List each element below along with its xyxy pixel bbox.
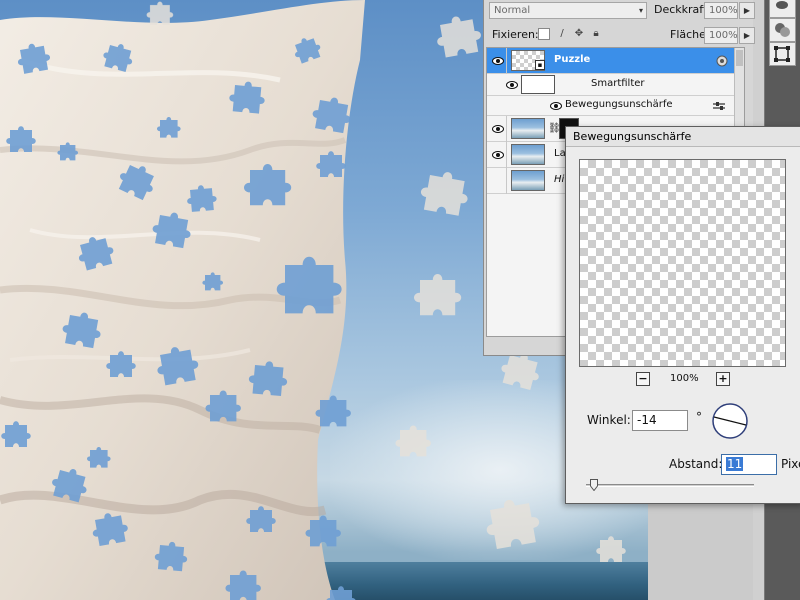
opacity-value: 100% — [709, 5, 738, 16]
puzzle-piece — [395, 425, 431, 457]
checker-icon[interactable] — [538, 28, 550, 40]
opacity-label: Deckkraft: — [654, 3, 711, 16]
puzzle-piece — [305, 515, 341, 547]
distance-value: 11 — [726, 457, 744, 471]
eye-icon — [492, 57, 504, 65]
dialog-title: Bewegungsunschärfe — [566, 127, 800, 147]
adjustments-tool-button[interactable] — [769, 18, 796, 42]
smart-object-icon: ▪ — [535, 60, 545, 70]
distance-slider-thumb[interactable] — [590, 479, 598, 491]
lock-label: Fixieren: — [492, 28, 539, 41]
puzzle-piece — [87, 447, 111, 468]
visibility-toggle[interactable] — [489, 116, 507, 142]
fill-value: 100% — [709, 30, 738, 41]
fill-input[interactable]: 100% — [704, 27, 738, 44]
puzzle-piece — [421, 172, 468, 216]
scrollbar-thumb[interactable] — [736, 50, 743, 66]
fill-arrow-button[interactable]: ▶ — [739, 27, 755, 44]
puzzle-piece — [202, 272, 224, 291]
puzzle-piece — [57, 142, 79, 161]
puzzle-piece — [6, 126, 36, 152]
filter-options-icon[interactable] — [712, 100, 726, 112]
puzzle-piece — [106, 351, 136, 377]
smart-filter-badge-icon — [716, 55, 728, 67]
visibility-toggle[interactable] — [503, 74, 521, 96]
puzzle-piece — [244, 164, 292, 206]
angle-label: Winkel: — [587, 413, 631, 427]
layer-name: La — [554, 148, 566, 159]
workspace-background — [648, 500, 765, 600]
visibility-toggle[interactable] — [489, 142, 507, 168]
blend-mode-value: Normal — [494, 5, 531, 16]
visibility-toggle[interactable] — [489, 48, 507, 74]
eye-icon — [506, 81, 518, 89]
layer-thumbnail — [511, 144, 545, 165]
puzzle-piece — [596, 536, 626, 562]
zoom-in-button[interactable]: + — [716, 372, 730, 386]
layer-name: Hi — [554, 174, 565, 185]
distance-slider-track[interactable] — [586, 484, 754, 487]
filter-mask-thumbnail — [521, 75, 555, 94]
move-icon[interactable]: ✥ — [573, 28, 585, 40]
angle-input[interactable]: -14 — [632, 410, 688, 431]
eye-icon — [492, 151, 504, 159]
opacity-arrow-button[interactable]: ▶ — [739, 2, 755, 19]
chevron-right-icon: ▶ — [743, 6, 751, 15]
stack-icon — [776, 1, 788, 9]
motion-blur-dialog: Bewegungsunschärfe − 100% + Winkel: -14 … — [565, 126, 800, 504]
degree-sign: ° — [696, 410, 702, 424]
filter-preview[interactable] — [579, 159, 786, 367]
layer-name: Puzzle — [554, 54, 591, 65]
layer-row-smartfilter[interactable]: Smartfilter — [487, 74, 744, 96]
puzzle-piece — [146, 1, 174, 25]
layer-name: Smartfilter — [591, 78, 645, 89]
puzzle-piece — [437, 16, 481, 58]
angle-value: -14 — [637, 413, 657, 427]
puzzle-piece — [276, 256, 342, 314]
chevron-right-icon: ▶ — [743, 31, 751, 40]
visibility-toggle[interactable] — [547, 96, 565, 116]
puzzle-piece — [315, 395, 351, 427]
distance-label: Abstand: — [669, 457, 723, 471]
puzzle-piece — [205, 390, 241, 422]
transform-tool-button[interactable] — [769, 42, 796, 66]
layer-name: Bewegungsunschärfe — [565, 99, 673, 110]
transform-icon — [774, 46, 790, 62]
eye-icon — [550, 102, 562, 110]
puzzle-piece — [1, 421, 31, 447]
puzzle-piece — [316, 151, 346, 177]
minus-icon: − — [638, 372, 648, 385]
puzzle-piece — [486, 499, 540, 549]
chevron-down-icon: ▾ — [638, 6, 643, 15]
angle-dial[interactable] — [711, 402, 749, 440]
puzzle-piece — [414, 274, 462, 316]
opacity-input[interactable]: 100% — [704, 2, 738, 19]
eye-icon — [492, 125, 504, 133]
puzzle-piece — [246, 506, 276, 532]
distance-unit: Pixe — [781, 457, 800, 471]
puzzle-piece — [157, 117, 181, 138]
plus-icon: + — [718, 372, 728, 385]
blend-mode-select[interactable]: Normal ▾ — [489, 2, 647, 19]
layer-thumbnail — [511, 118, 545, 139]
layer-row-puzzle[interactable]: ▪ Puzzle — [487, 48, 744, 74]
history-tool-button[interactable] — [769, 0, 796, 18]
zoom-out-button[interactable]: − — [636, 372, 650, 386]
layer-row-motion-blur-filter[interactable]: Bewegungsunschärfe — [487, 96, 744, 116]
zoom-level: 100% — [670, 373, 699, 384]
layer-thumbnail — [511, 170, 545, 191]
visibility-toggle[interactable] — [489, 168, 507, 194]
distance-input[interactable]: 11 — [721, 454, 777, 475]
lock-icon[interactable]: 🔒︎ — [590, 28, 602, 40]
color-circles-icon — [775, 23, 790, 37]
brush-icon[interactable]: / — [556, 28, 568, 40]
